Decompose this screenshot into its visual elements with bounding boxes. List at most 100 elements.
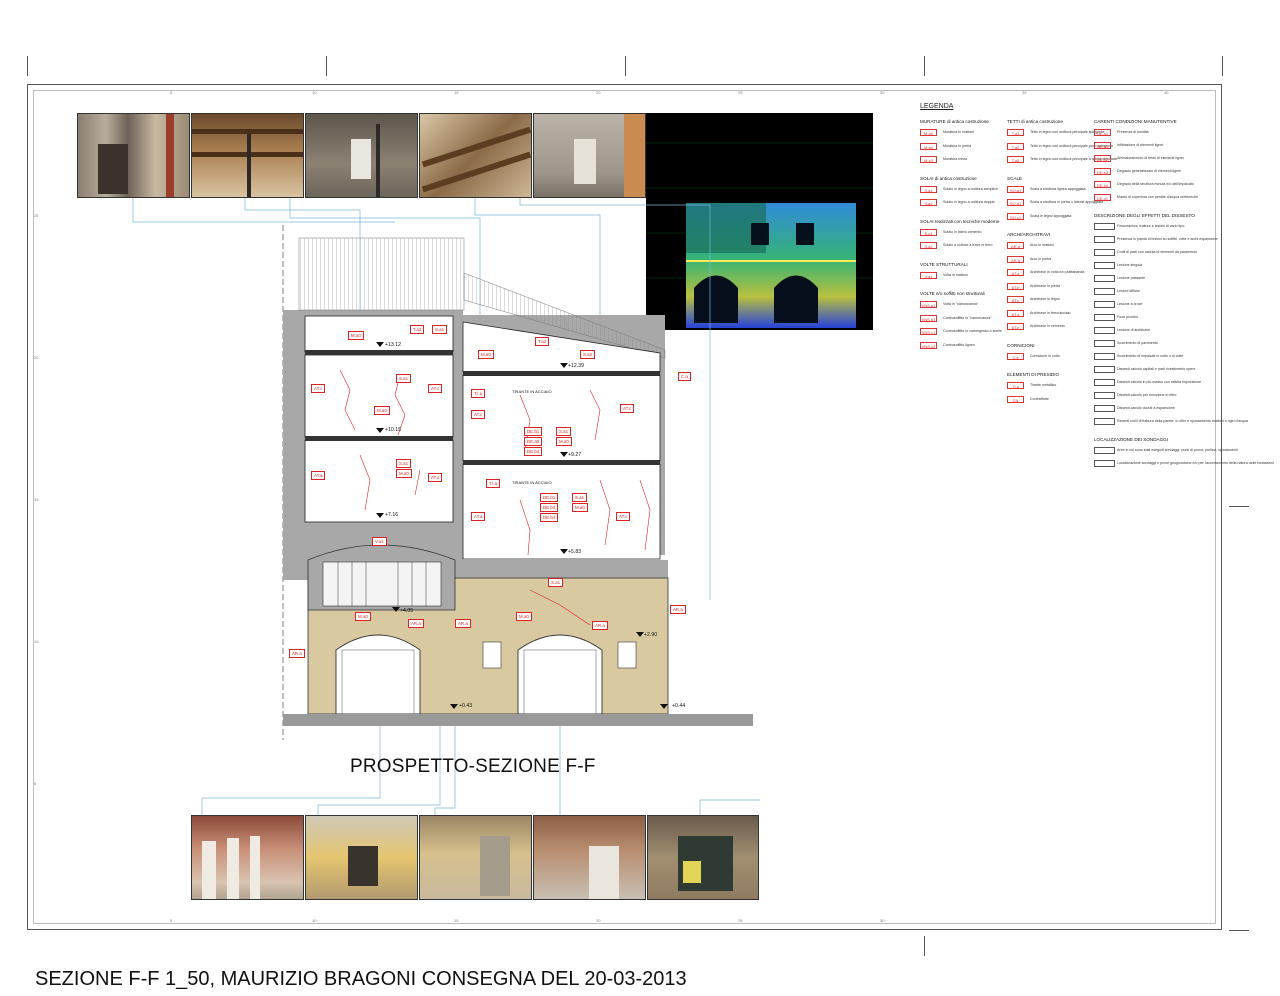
legend-code: VNS.a1 bbox=[920, 301, 937, 308]
level-label: +0.44 bbox=[672, 703, 686, 709]
level-label: +5.83 bbox=[568, 549, 582, 555]
element-label: M.a0 bbox=[478, 350, 494, 359]
legend-symbol bbox=[1094, 301, 1115, 308]
element-label: S.a1 bbox=[556, 427, 572, 436]
legend-code: M.a0 bbox=[920, 129, 937, 136]
element-label: T.a2 bbox=[410, 325, 425, 334]
legend-symbol bbox=[1094, 405, 1115, 412]
legend-heading: ELEMENTI DI PRESIDIO bbox=[1007, 372, 1060, 377]
legend-description: Solaio a coltrice a trave in ferro bbox=[943, 243, 993, 247]
legend-description: Architrave in volta e/o piattabanda bbox=[1030, 270, 1085, 274]
element-label: M.a0 bbox=[396, 469, 412, 478]
legend-description: Lesione singola bbox=[1117, 263, 1142, 267]
legend-description: Degrado della struttura minuta e/o dell'… bbox=[1117, 182, 1194, 186]
legend-symbol bbox=[1094, 327, 1115, 334]
photo-portico-2 bbox=[305, 815, 418, 900]
legend-code: SO.b1 bbox=[1007, 199, 1024, 206]
legend-symbol bbox=[1094, 288, 1115, 295]
legend-code: S.c1 bbox=[920, 228, 937, 236]
legend-code: TI.a bbox=[1007, 382, 1024, 389]
legend-code: DE.c1 bbox=[1094, 194, 1111, 201]
legend-symbol bbox=[1094, 392, 1115, 399]
element-label: AT.a bbox=[311, 471, 326, 480]
legend-code: SO.a1 bbox=[1007, 185, 1024, 193]
legend-code: AR.a bbox=[1007, 242, 1024, 249]
level-label: +7.16 bbox=[385, 512, 399, 518]
element-label: M.a0 bbox=[572, 503, 588, 512]
legend-description: Muratura in mattoni bbox=[943, 130, 974, 134]
legend-description: Dissesti calcolo dovuti a espansione bbox=[1117, 406, 1175, 410]
element-label: DE.b4 bbox=[524, 447, 543, 456]
element-label: AR.a bbox=[592, 621, 608, 630]
legend-heading: ARCHI/ARCHITRAVI bbox=[1007, 232, 1051, 237]
legend-heading: CORNICIONI bbox=[1007, 342, 1035, 348]
legend-description: Degrado generalizzato di elementi lignei bbox=[1117, 169, 1181, 173]
legend-code: M.c0 bbox=[920, 156, 937, 163]
legend-code: AT.b bbox=[1007, 282, 1024, 290]
legend-code: T.a3 bbox=[1007, 156, 1024, 163]
legend-description: Lesione a croce bbox=[1117, 302, 1143, 306]
legend-description: Aree in cui sono stati eseguiti sondaggi… bbox=[1117, 448, 1238, 452]
legend-description: Architrave in ferro/acciaio bbox=[1030, 310, 1071, 315]
element-label: AT.c bbox=[428, 473, 443, 482]
element-label: AR.a bbox=[289, 649, 305, 658]
element-label: M.a0 bbox=[374, 406, 390, 415]
element-label: DE.b4 bbox=[540, 513, 559, 522]
photo-portico-4 bbox=[533, 815, 646, 900]
legend-description: Infiltrazione di elementi lignei bbox=[1117, 143, 1164, 147]
element-label: S.a1 bbox=[548, 578, 564, 587]
element-label: S.a1 bbox=[432, 325, 448, 334]
legend-title: LEGENDA bbox=[920, 103, 954, 110]
legend-code: DE.a1 bbox=[1094, 129, 1111, 136]
legend-code: DE.b3 bbox=[1094, 168, 1111, 175]
legend-description: Dissesti calcolo capitali e parti rivest… bbox=[1117, 367, 1196, 371]
legend-description: Solaio in legno a orditura doppia bbox=[943, 200, 995, 204]
legend-description: Controsoffitto ligneo bbox=[943, 342, 975, 347]
legend-heading: SCALE bbox=[1007, 175, 1023, 181]
element-label: M.a0 bbox=[556, 437, 572, 446]
element-label: AR.a bbox=[455, 619, 471, 628]
element-label: C.a bbox=[678, 372, 691, 381]
legend-description: Architrave in pietra bbox=[1030, 283, 1060, 288]
legend-description: Scorrimento di impalcati in cotto o di v… bbox=[1117, 354, 1184, 358]
legend-code: T.a2 bbox=[1007, 142, 1024, 150]
legend-description: Presenza in pianta di lesioni su soffitt… bbox=[1117, 237, 1218, 241]
element-label: DE.b1 bbox=[524, 427, 543, 436]
tie-rod-label: TIRANTE IN ACCIAIO bbox=[512, 480, 552, 485]
section-title: PROSPETTO-SEZIONE F-F bbox=[350, 756, 596, 777]
legend-symbol bbox=[1094, 236, 1115, 243]
legend-heading: MURATURE di antica costruzione bbox=[920, 119, 989, 124]
legend-heading: SOLAI realizzati con tecniche moderne bbox=[920, 218, 1000, 224]
element-label: T.l.a bbox=[486, 479, 501, 488]
element-label: AT.c bbox=[311, 384, 326, 393]
element-label: AR.a bbox=[670, 605, 686, 614]
legend-description: Recenti crolli di frattura della parete,… bbox=[1117, 419, 1248, 423]
legend-code: AT.a bbox=[1007, 269, 1024, 276]
legend-description: Tirante metallico bbox=[1030, 383, 1057, 387]
legend-symbol bbox=[1094, 249, 1115, 256]
element-label: DE.b3 bbox=[540, 503, 559, 512]
level-label: +9.27 bbox=[568, 452, 582, 458]
element-label: M.a0 bbox=[348, 331, 364, 340]
legend-description: Manto di copertura con perdite d'acqua m… bbox=[1117, 195, 1198, 199]
element-label: S.a2 bbox=[580, 350, 596, 359]
legend-description: Volta in "camorcanna" bbox=[943, 302, 979, 306]
legend-heading: VOLTE STRUTTURALI bbox=[920, 261, 968, 267]
element-label: DE.b1 bbox=[540, 493, 559, 502]
legend-code: VNS.b1 bbox=[920, 314, 937, 322]
legend-description: Controsoffitto in cartongesso o simile bbox=[943, 329, 1002, 333]
level-label: +4.05 bbox=[400, 608, 414, 614]
element-label: S.a1 bbox=[572, 493, 588, 502]
legend-description: Crolli di parti con caduta di elementi d… bbox=[1117, 250, 1198, 254]
legend-symbol bbox=[1094, 262, 1115, 269]
element-label: M.a0 bbox=[516, 612, 532, 621]
legend-description: Lesione di architrave bbox=[1117, 328, 1151, 332]
legend-code: S.a1 bbox=[920, 185, 937, 193]
element-label: AR.a bbox=[408, 619, 424, 628]
legend-description: Muratura mista bbox=[943, 157, 967, 161]
legend-description: Arco in pietra bbox=[1030, 256, 1052, 261]
legend-description: Contrafforte bbox=[1030, 396, 1049, 401]
legend-description: Volta in mattoni bbox=[943, 272, 968, 277]
legend-code: C.a bbox=[1007, 352, 1024, 360]
element-label: AT.c bbox=[616, 512, 631, 521]
